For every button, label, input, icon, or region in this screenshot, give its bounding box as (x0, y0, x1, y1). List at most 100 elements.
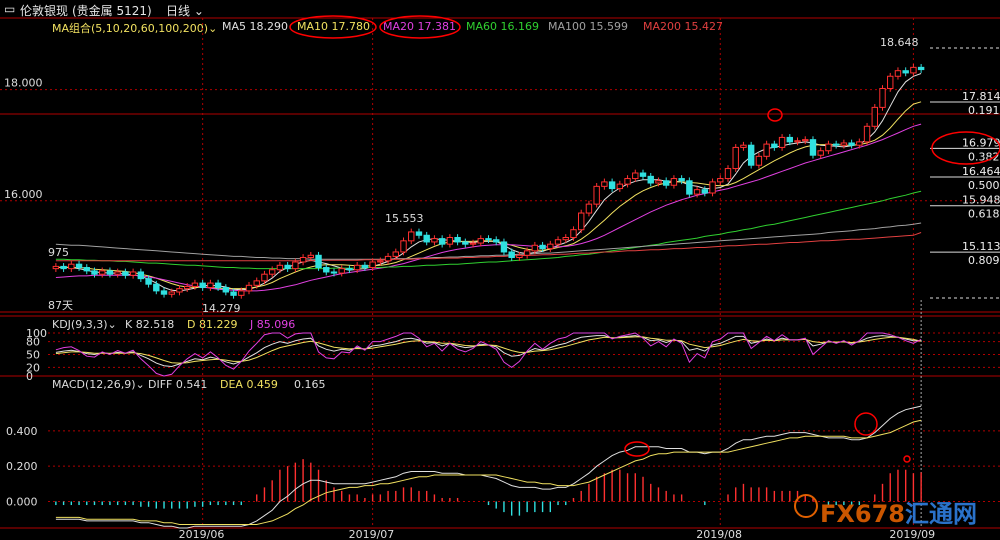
candle-body (477, 238, 484, 244)
candle-body (670, 178, 678, 186)
candle-body (585, 203, 593, 214)
candle-body (554, 239, 562, 245)
candle-body (230, 291, 237, 296)
candle-body (268, 269, 276, 275)
candle-body (500, 241, 508, 253)
candle-body (307, 254, 315, 259)
candle-body (493, 239, 500, 243)
candle-body (902, 70, 909, 74)
candle-body (910, 66, 917, 74)
grid-lines (0, 17, 1000, 529)
price-tick-label: 16.000 (4, 188, 43, 201)
date-tick-label: 2019/08 (696, 528, 742, 540)
macd-tick-label: 0.000 (6, 496, 38, 509)
candle-body (91, 270, 98, 275)
candle-body (160, 290, 168, 295)
fib-level-price: 17.814 (962, 90, 1000, 103)
candle-body (771, 143, 778, 148)
price-tick-label: 18.000 (4, 77, 43, 90)
candle-body (99, 270, 106, 275)
candle-body (207, 282, 214, 289)
candle-body (871, 106, 878, 127)
candle-body (539, 244, 546, 250)
macd-line-dea (55, 419, 922, 525)
fx678-watermark: FX678汇通网 (820, 500, 977, 528)
candle-body (114, 271, 121, 275)
candle-body (323, 267, 330, 273)
candle-body (168, 291, 175, 295)
fib-level-ratio: 0.500 (968, 179, 1000, 192)
candle-body (740, 144, 747, 148)
candle-body (330, 271, 338, 274)
candle-body (794, 140, 801, 143)
fib-level-ratio: 0.809 (968, 254, 1000, 267)
candle-body (863, 125, 871, 143)
macd-tick-label: 0.200 (6, 460, 38, 473)
candle-body (802, 139, 809, 142)
candle-body (315, 254, 322, 269)
highlight-circle (379, 15, 461, 39)
kdj-tick-label: 80 (26, 336, 40, 349)
macd-tick-label: 0.400 (6, 425, 38, 438)
macd-line-diff (55, 405, 922, 529)
candle-body (786, 136, 794, 143)
candle-body (817, 150, 824, 156)
date-tick-label: 2019/07 (349, 528, 395, 540)
candle-body (338, 268, 345, 274)
candle-body (52, 265, 60, 270)
candle-body (647, 175, 654, 184)
ma-lines (55, 73, 922, 292)
candle-body (238, 290, 245, 296)
candle-body (547, 243, 554, 250)
candle-body (292, 261, 299, 270)
candle-body (593, 185, 600, 205)
candle-body (137, 271, 145, 280)
candle-body (879, 87, 886, 108)
candle-body (392, 251, 399, 257)
candle-body (562, 236, 569, 241)
candle-body (632, 172, 639, 180)
candle-body (639, 172, 647, 177)
candle-body (222, 287, 230, 293)
candle-body (825, 143, 832, 152)
candle-body (153, 283, 160, 292)
candle-body (601, 181, 608, 187)
candle-body (183, 285, 191, 290)
date-tick-label: 2019/06 (179, 528, 225, 540)
chart-stage[interactable]: 18.000 16.000 2019/06 2019/07 2019/08 2019/09… (0, 0, 1000, 540)
candle-body (122, 271, 129, 276)
candle-body (570, 229, 577, 238)
candle-body (894, 70, 902, 77)
candle-body (199, 282, 206, 289)
candle-body (717, 178, 724, 183)
candle-body (778, 136, 786, 148)
kdj-tick-label: 0 (26, 370, 33, 383)
candle-body (346, 268, 353, 271)
highlight-circle (289, 15, 377, 39)
candle-body (415, 231, 423, 236)
candle-body (917, 66, 925, 71)
candle-body (508, 251, 515, 259)
candle-body (747, 144, 755, 166)
candle-body (485, 238, 492, 241)
candle-body (299, 257, 307, 263)
candle-body (377, 260, 384, 263)
candle-body (887, 75, 894, 89)
candle-body (408, 231, 415, 242)
price-annotation: 15.553 (385, 212, 424, 225)
candle-body (284, 264, 291, 270)
candle-body (400, 240, 407, 253)
highlight-circle (903, 455, 911, 463)
candle-body (701, 189, 709, 194)
candle-body (709, 181, 716, 194)
candles (52, 64, 925, 299)
kdj-tick-label: 50 (26, 349, 40, 362)
candle-body (129, 271, 137, 276)
highlight-circle (854, 412, 878, 436)
candle-body (531, 244, 539, 252)
candle-body (856, 141, 863, 146)
candle-body (438, 238, 446, 245)
candle-body (214, 282, 222, 289)
price-annotation: 975 (48, 246, 69, 259)
candle-body (809, 139, 817, 156)
